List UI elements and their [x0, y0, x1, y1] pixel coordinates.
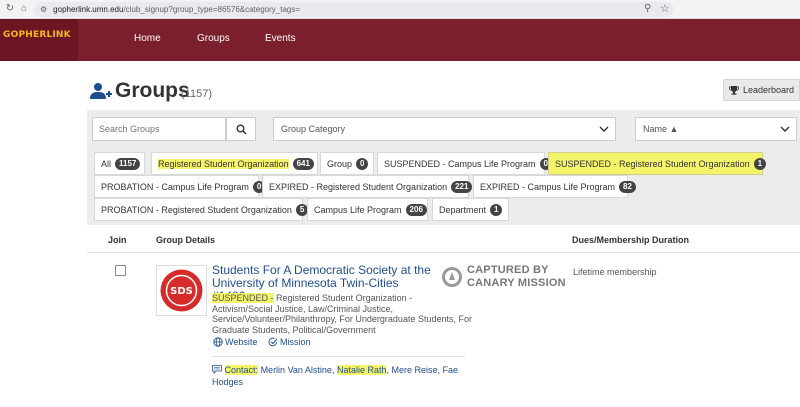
- globe-icon: [213, 337, 223, 347]
- sort-select[interactable]: Name ▲: [635, 117, 797, 141]
- leaderboard-label: Leaderboard: [742, 85, 795, 95]
- leaderboard-button[interactable]: Leaderboard: [723, 79, 800, 101]
- sds-logo-text: SDS: [170, 286, 193, 297]
- trophy-icon: [729, 86, 739, 95]
- tab-label: Group: [327, 158, 353, 169]
- tab-count-badge: 1157: [115, 157, 141, 170]
- tab-count-badge: 206: [405, 203, 427, 216]
- page-count: (1157): [181, 88, 212, 100]
- tab-label: EXPIRED - Campus Life Program: [480, 181, 616, 192]
- captured-stamp: CAPTURED BY CANARY MISSION: [441, 264, 571, 292]
- tab-suspended-campus-life-program[interactable]: SUSPENDED - Campus Life Program 0: [377, 152, 552, 175]
- tab-label: Registered Student Organization: [158, 158, 289, 169]
- header-divider: [87, 252, 800, 253]
- mission-link[interactable]: Mission: [268, 337, 311, 347]
- tab-label: SUSPENDED - Campus Life Program: [384, 158, 536, 169]
- gopherlink-logo[interactable]: GOPHERLINK: [3, 30, 77, 50]
- tab-suspended-registered-student-organization[interactable]: SUSPENDED - Registered Student Organizat…: [548, 152, 767, 175]
- tab-expired-registered-student-organization[interactable]: EXPIRED - Registered Student Organizatio…: [262, 175, 473, 198]
- mission-label: Mission: [280, 337, 311, 347]
- tab-all[interactable]: All 1157: [94, 152, 145, 175]
- comment-icon: [212, 365, 222, 375]
- check-badge-icon: [268, 337, 278, 347]
- search-button[interactable]: [226, 117, 256, 141]
- contact-link[interactable]: Natalie Rath: [336, 365, 387, 375]
- join-checkbox[interactable]: [115, 265, 126, 276]
- tab-expired-campus-life-program[interactable]: EXPIRED - Campus Life Program 82: [473, 175, 636, 198]
- column-join: Join: [108, 235, 127, 245]
- search-icon: [236, 124, 247, 135]
- stamp-line-1: CAPTURED BY: [467, 264, 549, 276]
- tab-label: PROBATION - Campus Life Program: [101, 181, 249, 192]
- stamp-line-2: CANARY MISSION: [467, 276, 566, 289]
- tab-department[interactable]: Department 1: [432, 198, 509, 221]
- page-title: Groups: [115, 79, 190, 102]
- tab-label: Department: [439, 204, 487, 215]
- tab-count-badge: 1: [490, 203, 503, 216]
- dues-value: Lifetime membership: [573, 267, 657, 277]
- sds-logo-icon: SDS: [160, 269, 203, 312]
- tab-probation-campus-life-program[interactable]: PROBATION - Campus Life Program 0: [94, 175, 266, 198]
- tab-count-badge: 82: [619, 180, 636, 193]
- tab-label: All: [101, 158, 112, 169]
- chevron-down-icon: [599, 126, 609, 132]
- group-logo[interactable]: SDS: [156, 265, 207, 316]
- tab-label: Campus Life Program: [314, 204, 402, 215]
- website-link[interactable]: Website: [213, 337, 257, 347]
- tab-campus-life-program[interactable]: Campus Life Program 206: [307, 198, 428, 221]
- nav-home[interactable]: Home: [134, 33, 161, 44]
- site-settings-icon[interactable]: ⚙: [40, 5, 47, 14]
- tab-group[interactable]: Group 0: [320, 152, 374, 175]
- canary-mission-icon: [442, 267, 462, 287]
- website-label: Website: [225, 337, 258, 347]
- group-categories: SUSPENDED - Registered Student Organizat…: [212, 293, 474, 335]
- user-add-icon: [90, 83, 112, 99]
- tab-probation-registered-student-organization[interactable]: PROBATION - Registered Student Organizat…: [94, 198, 309, 221]
- tab-label: PROBATION - Registered Student Organizat…: [101, 204, 292, 215]
- contact-label: Contact:: [224, 365, 259, 375]
- status-suspended: SUSPENDED -: [212, 293, 274, 303]
- tab-count-badge: 641: [292, 157, 314, 170]
- group-category-select[interactable]: Group Category: [273, 117, 616, 141]
- nav-events[interactable]: Events: [265, 33, 296, 44]
- tab-count-badge: 0: [356, 157, 369, 170]
- home-icon[interactable]: ⌂: [17, 3, 31, 14]
- url-host: gopherlink.umn.edu: [53, 5, 124, 14]
- zoom-icon[interactable]: ⚲: [644, 3, 651, 14]
- tab-label: EXPIRED - Registered Student Organizatio…: [269, 181, 448, 192]
- contact-link[interactable]: Merlin Van Alstine: [261, 365, 332, 375]
- group-category-value: Group Category: [281, 124, 346, 134]
- browser-toolbar: ↻ ⌂ ⚙ gopherlink.umn.edu/club_signup?gro…: [0, 0, 800, 19]
- url-path: /club_signup?group_type=86576&category_t…: [123, 5, 301, 14]
- tab-count-badge: 1: [753, 157, 767, 170]
- search-input[interactable]: [92, 117, 226, 141]
- reload-icon[interactable]: ↻: [3, 3, 17, 14]
- column-group-details: Group Details: [156, 235, 216, 245]
- chevron-down-icon: [780, 126, 790, 132]
- contact-link[interactable]: Mere Reise: [392, 365, 438, 375]
- bookmark-star-icon[interactable]: ☆: [660, 2, 670, 15]
- app-header: GOPHERLINK Home Groups Events: [0, 19, 800, 61]
- nav-groups[interactable]: Groups: [197, 33, 230, 44]
- tab-count-badge: 221: [451, 180, 473, 193]
- contacts: Contact: Merlin Van Alstine, Natalie Rat…: [212, 365, 459, 387]
- column-dues: Dues/Membership Duration: [572, 235, 690, 245]
- tab-registered-student-organization[interactable]: Registered Student Organization 641: [151, 152, 318, 175]
- address-bar[interactable]: ⚙ gopherlink.umn.edu/club_signup?group_t…: [34, 2, 674, 17]
- sort-value: Name ▲: [643, 124, 679, 134]
- tab-label: SUSPENDED - Registered Student Organizat…: [555, 158, 750, 169]
- details-divider: [212, 356, 465, 357]
